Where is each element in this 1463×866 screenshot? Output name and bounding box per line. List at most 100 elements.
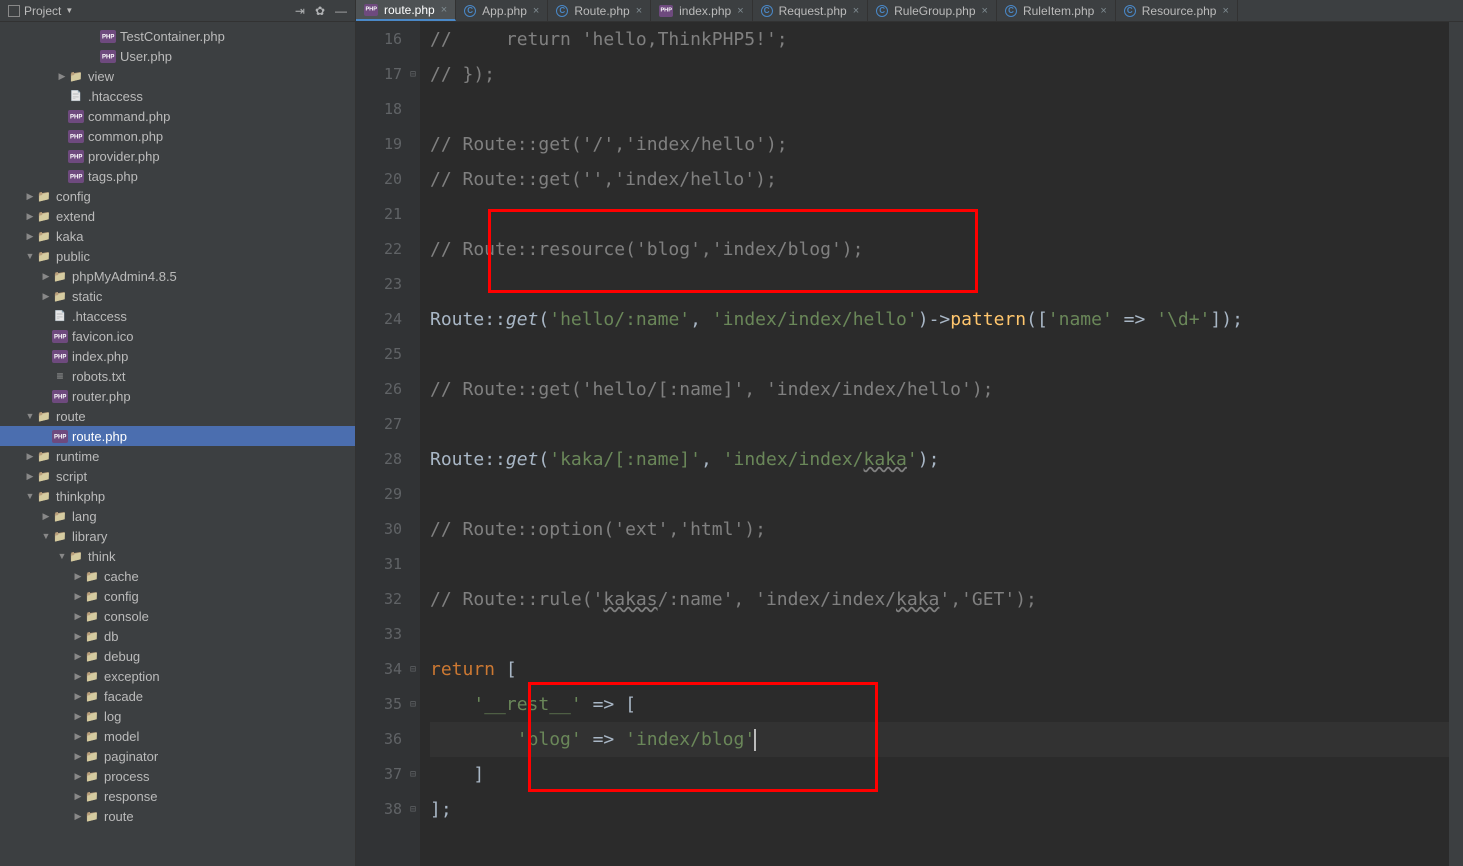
tree-arrow-icon[interactable]	[72, 691, 84, 702]
fold-icon[interactable]: ⊟	[410, 652, 416, 687]
tree-item-lang[interactable]: lang	[0, 506, 355, 526]
tree-arrow-icon[interactable]	[72, 711, 84, 722]
tree-arrow-icon[interactable]	[72, 631, 84, 642]
tree-arrow-icon[interactable]	[72, 611, 84, 622]
tree-item-config[interactable]: config	[0, 186, 355, 206]
tree-arrow-icon[interactable]	[24, 411, 36, 421]
code-editor[interactable]: 1617⊟1819202122232425262728293031323334⊟…	[356, 22, 1463, 866]
vertical-scrollbar[interactable]	[1449, 22, 1463, 866]
tree-item-index-php[interactable]: index.php	[0, 346, 355, 366]
code-line[interactable]	[430, 337, 1449, 372]
close-icon[interactable]: ×	[853, 5, 859, 17]
tree-item-debug[interactable]: debug	[0, 646, 355, 666]
tree-item-script[interactable]: script	[0, 466, 355, 486]
tree-arrow-icon[interactable]	[24, 231, 36, 242]
tree-arrow-icon[interactable]	[56, 71, 68, 82]
gear-icon[interactable]: ✿	[315, 4, 325, 18]
code-line[interactable]: // Route::rule('kakas/:name', 'index/ind…	[430, 582, 1449, 617]
tree-arrow-icon[interactable]	[72, 811, 84, 822]
tree-item-library[interactable]: library	[0, 526, 355, 546]
tree-item--htaccess[interactable]: .htaccess	[0, 86, 355, 106]
code-line[interactable]: return [	[430, 652, 1449, 687]
tree-arrow-icon[interactable]	[24, 491, 36, 501]
tree-item-view[interactable]: view	[0, 66, 355, 86]
close-icon[interactable]: ×	[636, 5, 642, 17]
close-icon[interactable]: ×	[1222, 5, 1228, 17]
tree-item-facade[interactable]: facade	[0, 686, 355, 706]
tree-arrow-icon[interactable]	[24, 251, 36, 261]
tree-arrow-icon[interactable]	[40, 271, 52, 282]
code-line[interactable]: '__rest__' => [	[430, 687, 1449, 722]
code-line[interactable]: ]	[430, 757, 1449, 792]
collapse-icon[interactable]: ⇥	[295, 4, 305, 18]
tab-route-php[interactable]: route.php×	[356, 0, 456, 21]
tree-item-common-php[interactable]: common.php	[0, 126, 355, 146]
tree-arrow-icon[interactable]	[72, 751, 84, 762]
project-tree[interactable]: TestContainer.phpUser.phpview.htaccessco…	[0, 22, 355, 866]
tree-arrow-icon[interactable]	[24, 191, 36, 202]
code-line[interactable]: // Route::resource('blog','index/blog');	[430, 232, 1449, 267]
code-line[interactable]	[430, 267, 1449, 302]
tree-arrow-icon[interactable]	[56, 551, 68, 561]
code-line[interactable]: // return 'hello,ThinkPHP5!';	[430, 22, 1449, 57]
tab-index-php[interactable]: index.php×	[651, 0, 752, 21]
tree-item-user-php[interactable]: User.php	[0, 46, 355, 66]
tree-arrow-icon[interactable]	[72, 671, 84, 682]
tree-arrow-icon[interactable]	[40, 531, 52, 541]
tree-item-paginator[interactable]: paginator	[0, 746, 355, 766]
tree-item-route[interactable]: route	[0, 806, 355, 826]
tree-item-route[interactable]: route	[0, 406, 355, 426]
tree-item-config[interactable]: config	[0, 586, 355, 606]
tree-arrow-icon[interactable]	[72, 791, 84, 802]
tree-item-log[interactable]: log	[0, 706, 355, 726]
code-line[interactable]	[430, 477, 1449, 512]
tree-arrow-icon[interactable]	[24, 451, 36, 462]
tree-item-robots-txt[interactable]: robots.txt	[0, 366, 355, 386]
tree-item-static[interactable]: static	[0, 286, 355, 306]
close-icon[interactable]: ×	[1100, 5, 1106, 17]
tree-item-extend[interactable]: extend	[0, 206, 355, 226]
tree-item-favicon-ico[interactable]: favicon.ico	[0, 326, 355, 346]
code-line[interactable]: // Route::get('','index/hello');	[430, 162, 1449, 197]
tree-item-console[interactable]: console	[0, 606, 355, 626]
tree-arrow-icon[interactable]	[24, 211, 36, 222]
code-line[interactable]: Route::get('kaka/[:name]', 'index/index/…	[430, 442, 1449, 477]
close-icon[interactable]: ×	[737, 5, 743, 17]
tree-item-route-php[interactable]: route.php	[0, 426, 355, 446]
close-icon[interactable]: ×	[982, 5, 988, 17]
tab-ruleitem-php[interactable]: RuleItem.php×	[997, 0, 1116, 21]
tree-item-process[interactable]: process	[0, 766, 355, 786]
tab-rulegroup-php[interactable]: RuleGroup.php×	[868, 0, 997, 21]
code-line[interactable]: // Route::option('ext','html');	[430, 512, 1449, 547]
tree-arrow-icon[interactable]	[24, 471, 36, 482]
code-line[interactable]: // Route::get('hello/[:name]', 'index/in…	[430, 372, 1449, 407]
tree-arrow-icon[interactable]	[72, 591, 84, 602]
close-icon[interactable]: ×	[533, 5, 539, 17]
tree-item-router-php[interactable]: router.php	[0, 386, 355, 406]
code-line[interactable]	[430, 197, 1449, 232]
fold-icon[interactable]: ⊟	[410, 792, 416, 827]
project-dropdown[interactable]: Project ▼	[8, 4, 73, 18]
close-icon[interactable]: ×	[441, 4, 447, 16]
tree-arrow-icon[interactable]	[72, 731, 84, 742]
code-line[interactable]	[430, 92, 1449, 127]
tree-arrow-icon[interactable]	[40, 291, 52, 302]
fold-icon[interactable]: ⊟	[410, 57, 416, 92]
tree-item-testcontainer-php[interactable]: TestContainer.php	[0, 26, 355, 46]
code-line[interactable]	[430, 407, 1449, 442]
tree-arrow-icon[interactable]	[40, 511, 52, 522]
tree-item-thinkphp[interactable]: thinkphp	[0, 486, 355, 506]
tab-resource-php[interactable]: Resource.php×	[1116, 0, 1238, 21]
tab-route-php[interactable]: Route.php×	[548, 0, 651, 21]
tree-arrow-icon[interactable]	[72, 651, 84, 662]
tree-item-phpmyadmin4-8-5[interactable]: phpMyAdmin4.8.5	[0, 266, 355, 286]
tree-arrow-icon[interactable]	[72, 571, 84, 582]
fold-icon[interactable]: ⊟	[410, 687, 416, 722]
tab-request-php[interactable]: Request.php×	[753, 0, 869, 21]
tree-item-tags-php[interactable]: tags.php	[0, 166, 355, 186]
tree-item-exception[interactable]: exception	[0, 666, 355, 686]
tree-item-command-php[interactable]: command.php	[0, 106, 355, 126]
hide-icon[interactable]: —	[335, 4, 347, 18]
code-line[interactable]: // Route::get('/','index/hello');	[430, 127, 1449, 162]
tab-app-php[interactable]: App.php×	[456, 0, 548, 21]
